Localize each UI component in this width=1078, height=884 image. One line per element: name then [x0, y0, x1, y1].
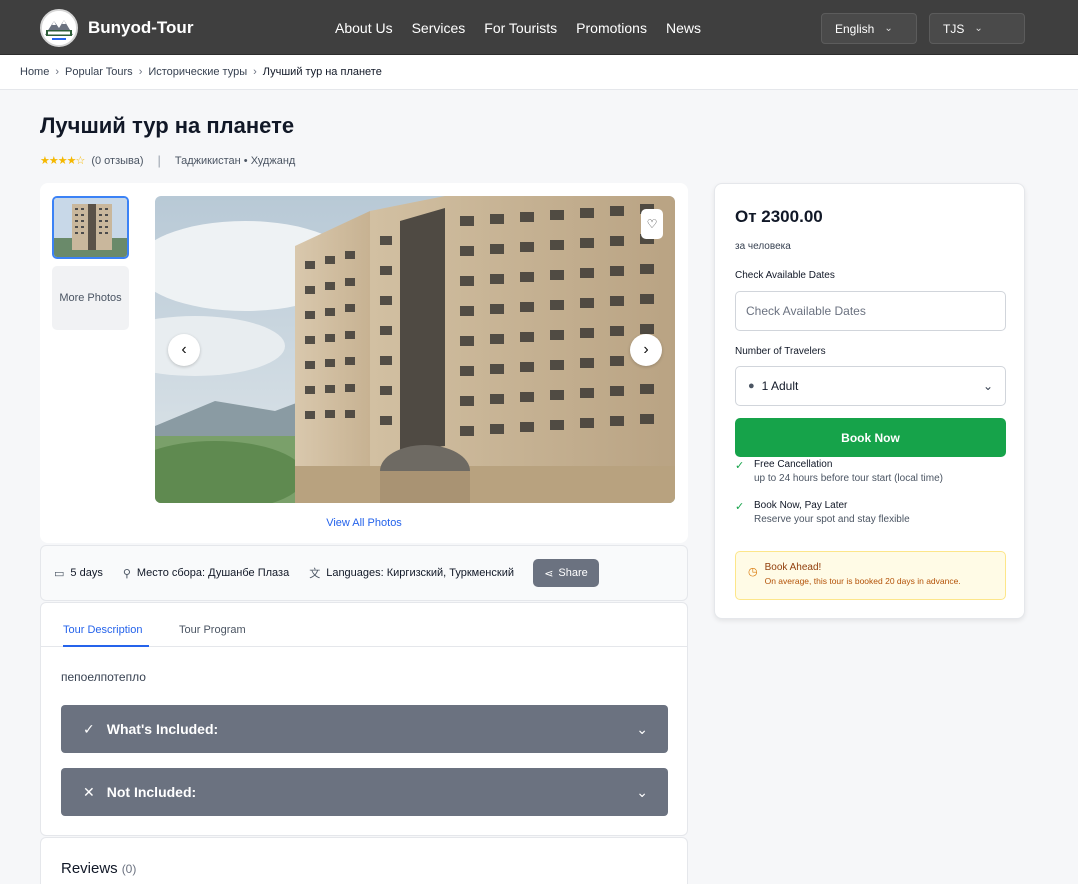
clock-icon: ◷ [748, 566, 758, 578]
breadcrumb-bar: Home › Popular Tours › Исторические туры… [0, 55, 1078, 90]
perk-title: Free Cancellation [754, 459, 833, 470]
tour-meta: ★★★★☆ (0 отзыва) | Таджикистан • Худжанд [40, 153, 295, 168]
whats-included-accordion[interactable]: ✓ What's Included: ⌄ [61, 705, 668, 753]
currency-select[interactable]: TJS ⌄ [929, 13, 1025, 44]
nav-for-tourists[interactable]: For Tourists [484, 20, 557, 36]
reviews-count: (0) [121, 862, 137, 876]
currency-value: TJS [943, 21, 965, 36]
language-value: English [835, 21, 875, 36]
star-rating: ★★★★☆ [40, 155, 85, 167]
active-tab-indicator [63, 645, 149, 647]
breadcrumb-popular-tours[interactable]: Popular Tours [65, 66, 133, 78]
per-person-label: за человека [735, 241, 791, 252]
view-all-photos-link[interactable]: View All Photos [40, 517, 688, 529]
chevron-down-icon: ⌄ [982, 379, 993, 393]
book-ahead-title: Book Ahead! [764, 562, 822, 573]
gallery-card: More Photos ♡ ‹ › View All Photos [40, 183, 688, 543]
logo[interactable]: Bunyod-Tour [40, 9, 193, 47]
share-icon: ⋖ [544, 567, 554, 580]
breadcrumb: Home › Popular Tours › Исторические туры… [20, 66, 382, 78]
dates-input[interactable] [735, 291, 1006, 331]
travelers-select[interactable]: ● 1 Adult ⌄ [735, 366, 1006, 406]
location-pin-icon: ⚲ [122, 567, 131, 580]
dates-label: Check Available Dates [735, 270, 835, 281]
chevron-down-icon: ⌄ [884, 23, 893, 34]
reviews-count-text[interactable]: (0 отзыва) [91, 155, 143, 167]
language-select[interactable]: English ⌄ [821, 13, 917, 44]
chevron-right-icon[interactable]: › [630, 334, 662, 366]
duration-item: ▭ 5 days [54, 567, 103, 580]
reviews-heading: Reviews (0) [61, 860, 136, 877]
booking-card: От 2300.00 за человека Check Available D… [714, 183, 1025, 619]
pay-later-perk: ✓ Book Now, Pay Later Reserve your spot … [735, 500, 910, 525]
reviews-title: Reviews [61, 860, 118, 877]
book-ahead-notice: ◷ Book Ahead! On average, this tour is b… [735, 551, 1006, 600]
chevron-down-icon: ⌄ [636, 783, 648, 800]
logo-icon [40, 9, 78, 47]
tour-description-text: пепоелпотепло [61, 670, 146, 684]
tabs: Tour Description Tour Program [41, 603, 687, 647]
not-included-label: Not Included: [106, 784, 197, 800]
price: От 2300.00 [735, 207, 823, 226]
breadcrumb-separator: › [138, 66, 143, 78]
tour-details-card: Tour Description Tour Program пепоелпоте… [40, 602, 688, 836]
nav-about-us[interactable]: About Us [335, 20, 393, 36]
person-icon: ● [748, 380, 755, 392]
nav-promotions[interactable]: Promotions [576, 20, 647, 36]
share-button[interactable]: ⋖ Share [532, 559, 599, 587]
close-icon: ✕ [83, 783, 95, 800]
chevron-down-icon: ⌄ [636, 720, 648, 737]
site-header: Bunyod-Tour About Us Services For Touris… [0, 0, 1078, 55]
main-nav: About Us Services For Tourists Promotion… [335, 20, 701, 36]
travelers-value: 1 Adult [761, 379, 799, 393]
languages-text: Languages: Киргизский, Туркменский [326, 567, 514, 579]
reviews-card: Reviews (0) [40, 837, 688, 884]
meeting-point-item: ⚲ Место сбора: Душанбе Плаза [123, 567, 289, 580]
main-photo [155, 196, 675, 503]
breadcrumb-separator: › [55, 66, 60, 78]
heart-icon[interactable]: ♡ [641, 209, 663, 239]
nav-news[interactable]: News [666, 20, 701, 36]
check-icon: ✓ [83, 720, 95, 737]
divider: | [157, 153, 161, 168]
share-label: Share [558, 567, 588, 579]
perk-text: Reserve your spot and stay flexible [754, 514, 910, 525]
translate-icon: 文 [309, 568, 321, 580]
page-title: Лучший тур на планете [40, 113, 295, 138]
whats-included-label: What's Included: [106, 721, 219, 737]
not-included-accordion[interactable]: ✕ Not Included: ⌄ [61, 768, 668, 816]
tour-info-bar: ▭ 5 days ⚲ Место сбора: Душанбе Плаза 文 … [40, 545, 688, 601]
brand-name: Bunyod-Tour [88, 18, 194, 37]
breadcrumb-current: Лучший тур на планете [262, 66, 382, 78]
nav-services[interactable]: Services [412, 20, 466, 36]
perk-text: up to 24 hours before tour start (local … [754, 473, 943, 484]
breadcrumb-category[interactable]: Исторические туры [148, 66, 247, 78]
travelers-label: Number of Travelers [735, 346, 826, 357]
duration-text: 5 days [70, 567, 103, 579]
breadcrumb-separator: › [253, 66, 257, 78]
location-text: Таджикистан • Худжанд [174, 154, 296, 167]
tab-tour-description[interactable]: Tour Description [63, 624, 142, 636]
book-now-button[interactable]: Book Now [735, 418, 1006, 457]
more-photos-button[interactable]: More Photos [52, 266, 129, 330]
chevron-left-icon[interactable]: ‹ [168, 334, 200, 366]
tab-tour-program[interactable]: Tour Program [179, 624, 246, 636]
meeting-point-text: Место сбора: Душанбе Плаза [136, 567, 290, 579]
languages-item: 文 Languages: Киргизский, Туркменский [309, 565, 514, 581]
breadcrumb-home[interactable]: Home [20, 66, 49, 78]
check-icon: ✓ [735, 501, 745, 513]
check-icon: ✓ [735, 460, 745, 472]
book-ahead-text: On average, this tour is booked 20 days … [764, 576, 961, 586]
free-cancellation-perk: ✓ Free Cancellation up to 24 hours befor… [735, 459, 943, 484]
calendar-icon: ▭ [54, 567, 65, 580]
chevron-down-icon: ⌄ [974, 23, 983, 34]
perk-title: Book Now, Pay Later [754, 500, 848, 511]
photo-thumbnail[interactable] [52, 196, 129, 259]
